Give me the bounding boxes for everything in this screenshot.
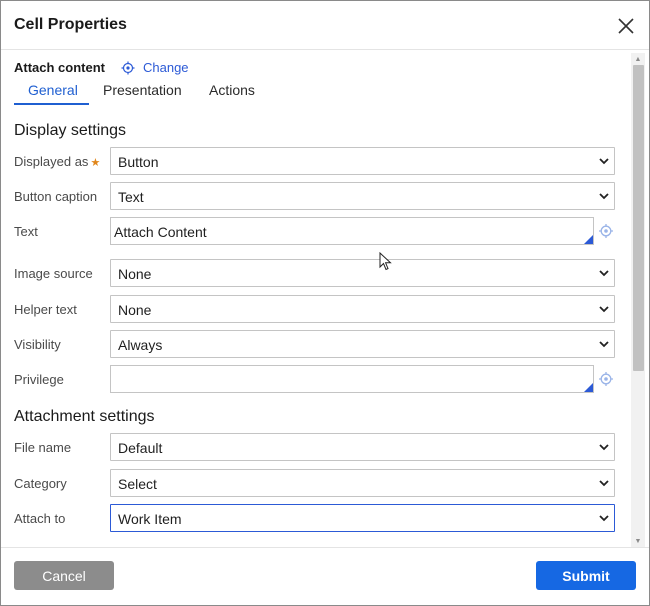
tab-presentation[interactable]: Presentation [103, 82, 182, 98]
button-caption-select[interactable]: Text [110, 182, 615, 210]
text-gear-icon[interactable] [598, 223, 614, 239]
attach-to-select[interactable]: Work Item [110, 504, 615, 532]
file-name-select[interactable]: Default [110, 433, 615, 461]
privilege-input[interactable] [110, 365, 594, 393]
displayed-as-value: Button [118, 154, 159, 170]
target-icon[interactable] [121, 61, 135, 75]
header-divider [1, 49, 649, 50]
scrollbar-thumb[interactable] [633, 65, 644, 371]
category-label: Category [14, 476, 67, 491]
scroll-up-icon[interactable]: ▲ [631, 53, 645, 65]
mouse-cursor-icon [379, 252, 392, 271]
category-select[interactable]: Select [110, 469, 615, 497]
vertical-scrollbar[interactable]: ▲ ▼ [631, 53, 645, 547]
attach-to-label: Attach to [14, 511, 66, 526]
tab-general[interactable]: General [28, 82, 78, 98]
required-star-icon: ★ [90, 157, 101, 169]
helper-text-value: None [118, 302, 152, 318]
chevron-down-icon [599, 158, 609, 165]
file-name-value: Default [118, 440, 163, 456]
attach-to-value: Work Item [118, 511, 182, 527]
image-source-label: Image source [14, 266, 93, 281]
visibility-value: Always [118, 337, 163, 353]
expand-corner-icon[interactable] [584, 383, 593, 392]
chevron-down-icon [599, 193, 609, 200]
file-name-label: File name [14, 440, 72, 455]
display-settings-title: Display settings [14, 122, 127, 139]
chevron-down-icon [599, 306, 609, 313]
visibility-label: Visibility [14, 337, 61, 352]
text-input[interactable]: Attach Content [110, 217, 594, 245]
displayed-as-select[interactable]: Button [110, 147, 615, 175]
text-input-value: Attach Content [114, 224, 207, 240]
close-icon[interactable] [613, 13, 639, 39]
expand-corner-icon[interactable] [584, 235, 593, 244]
active-tab-indicator [14, 103, 89, 105]
attachment-settings-title: Attachment settings [14, 408, 155, 425]
change-link[interactable]: Change [143, 60, 189, 75]
privilege-gear-icon[interactable] [598, 371, 614, 387]
cancel-button[interactable]: Cancel [14, 561, 114, 590]
tab-actions[interactable]: Actions [209, 82, 255, 98]
image-source-select[interactable]: None [110, 259, 615, 287]
chevron-down-icon [599, 480, 609, 487]
scroll-down-icon[interactable]: ▼ [631, 535, 645, 547]
cell-properties-dialog: Cell Properties Attach content Change Ge… [0, 0, 650, 606]
privilege-label: Privilege [14, 372, 64, 387]
helper-text-label: Helper text [14, 302, 77, 317]
button-caption-label: Button caption [14, 189, 98, 204]
image-source-value: None [118, 266, 152, 282]
dialog-title: Cell Properties [14, 16, 127, 33]
text-label: Text [14, 224, 38, 239]
chevron-down-icon [599, 270, 609, 277]
chevron-down-icon [599, 515, 609, 522]
section-label: Attach content [14, 60, 105, 75]
displayed-as-label: Displayed as ★ [14, 154, 101, 169]
category-value: Select [118, 476, 157, 492]
footer-divider [1, 547, 649, 548]
visibility-select[interactable]: Always [110, 330, 615, 358]
helper-text-select[interactable]: None [110, 295, 615, 323]
chevron-down-icon [599, 444, 609, 451]
submit-button[interactable]: Submit [536, 561, 636, 590]
button-caption-value: Text [118, 189, 144, 205]
chevron-down-icon [599, 341, 609, 348]
